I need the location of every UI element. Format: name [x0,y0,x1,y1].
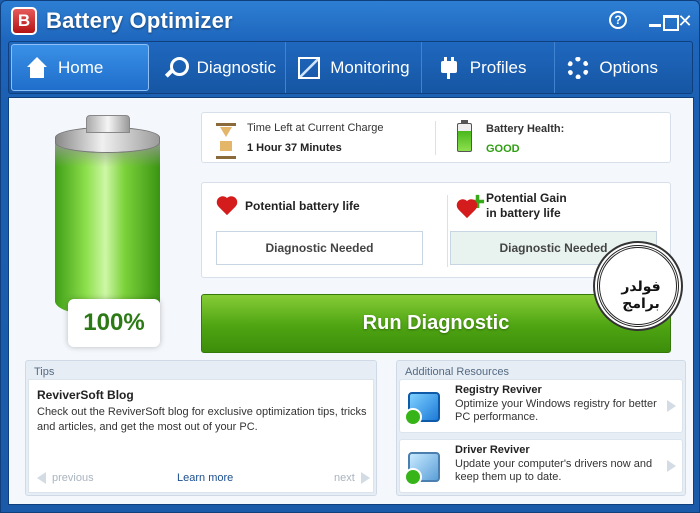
next-link[interactable]: next [334,472,370,485]
registry-reviver-item[interactable]: Registry Reviver Optimize your Windows r… [399,379,683,433]
potential-life-status: Diagnostic Needed [216,231,423,265]
tab-profiles-label: Profiles [469,57,527,77]
tips-title: ReviverSoft Blog [37,388,134,402]
registry-reviver-icon [404,392,440,426]
tips-panel: Tips ReviverSoft Blog Check out the Revi… [25,360,377,496]
driver-reviver-item[interactable]: Driver Reviver Update your computer's dr… [399,439,683,493]
previous-link[interactable]: previous [37,472,94,485]
tab-diagnostic[interactable]: Diagnostic [151,42,287,93]
tab-options-label: Options [599,57,658,77]
magnifier-icon [165,56,189,79]
tips-card: ReviverSoft Blog Check out the ReviverSo… [28,379,374,493]
tips-text: Check out the ReviverSoft blog for exclu… [37,406,367,433]
tab-diagnostic-label: Diagnostic [196,57,276,77]
resource-title: Registry Reviver [455,384,542,396]
watermark-text: فولدر برامج [621,278,661,311]
tab-options[interactable]: Options [555,42,692,93]
close-button[interactable]: ✕ [675,11,695,31]
app-window: B Battery Optimizer ? ✕ Home Diagnostic … [0,0,700,513]
potential-box: Potential battery life Diagnostic Needed… [201,182,671,278]
resources-header: Additional Resources [405,366,509,378]
potential-gain-label: Potential Gain in battery life [486,191,567,220]
learn-more-link[interactable]: Learn more [177,472,233,484]
arrow-right-icon [667,460,676,472]
help-button[interactable]: ? [609,11,627,29]
battery-health-icon [457,120,472,152]
app-title: Battery Optimizer [46,8,233,33]
app-logo: B [11,7,37,35]
arrow-right-icon [360,472,370,485]
health-label: Battery Health: [486,123,565,135]
arrow-left-icon [37,472,46,485]
gear-icon [567,56,590,79]
title-bar: B Battery Optimizer ? ✕ [1,1,699,41]
heart-icon [216,197,238,217]
main-nav: Home Diagnostic Monitoring Profiles Opti… [8,41,693,94]
battery-cap [86,115,130,133]
battery-graphic [49,115,160,315]
tab-monitoring-label: Monitoring [330,57,410,77]
plug-icon [438,56,460,79]
driver-reviver-icon [404,452,440,486]
heart-plus-icon: ✚ [456,192,485,220]
potential-life-label: Potential battery life [245,199,360,213]
time-left-label: Time Left at Current Charge [247,122,384,134]
resources-panel: Additional Resources Registry Reviver Op… [396,360,686,496]
tab-home-label: Home [58,57,104,77]
tab-home[interactable]: Home [11,44,149,91]
tab-profiles[interactable]: Profiles [422,42,556,93]
battery-percent: 100% [68,299,160,347]
home-icon [26,56,48,79]
hourglass-icon [216,123,236,159]
time-left-value: 1 Hour 37 Minutes [247,142,342,154]
tab-monitoring[interactable]: Monitoring [286,42,422,93]
arrow-right-icon [667,400,676,412]
health-value: GOOD [486,143,520,155]
resource-description: Optimize your Windows registry for bette… [455,398,657,423]
divider [447,195,448,267]
resource-description: Update your computer's drivers now and k… [455,458,653,483]
resource-title: Driver Reviver [455,444,530,456]
home-content: 100% Time Left at Current Charge 1 Hour … [8,97,694,505]
watermark-seal: فولدر برامج [597,245,679,327]
chart-icon [298,56,321,79]
tips-header: Tips [34,366,55,378]
divider [435,121,436,155]
status-box: Time Left at Current Charge 1 Hour 37 Mi… [201,112,671,163]
